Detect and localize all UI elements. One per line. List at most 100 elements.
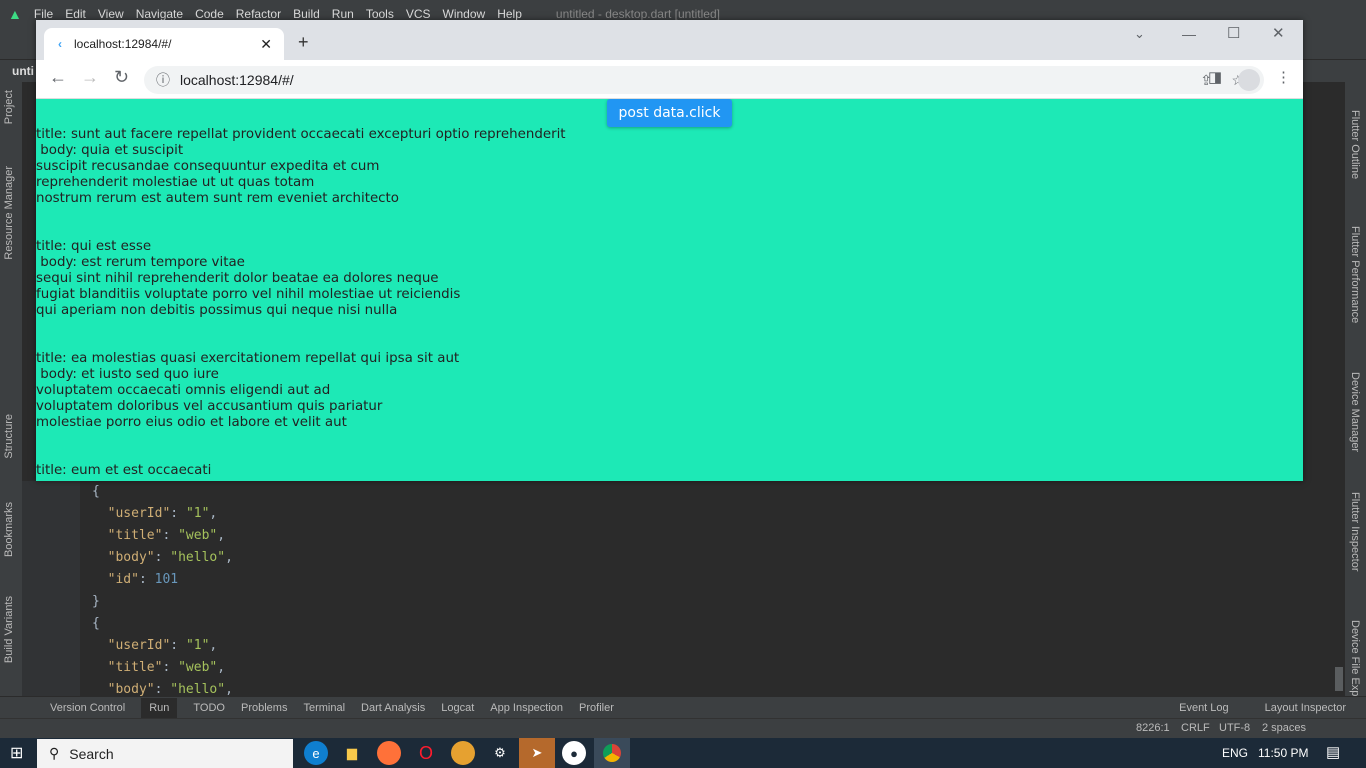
tool-structure[interactable]: Structure [3,414,15,459]
post-spacer [36,319,1303,351]
code-editor[interactable]: { "userId": "1", "title": "web", "body":… [80,481,1345,697]
tool-window-run[interactable]: Run [141,697,178,718]
profile-avatar[interactable] [1238,69,1260,91]
tool-window-dart-analysis[interactable]: Dart Analysis [361,702,425,714]
edge-icon[interactable]: e [304,741,328,765]
menu-file[interactable]: File [34,7,53,21]
post-spacer [36,479,1303,481]
tool-project[interactable]: Project [3,90,15,124]
indent[interactable]: 2 spaces [1262,722,1306,734]
editor-scrollbar[interactable] [1335,667,1343,691]
file-explorer-icon[interactable]: ▆ [340,741,364,765]
tool-window-todo[interactable]: TODO [193,702,225,714]
post-line: molestiae porro eius odio et labore et v… [36,415,347,430]
minimize-icon[interactable]: — [1182,26,1196,42]
back-icon[interactable]: ← [49,67,67,88]
chrome-canary-icon[interactable] [451,741,475,765]
tool-window-terminal[interactable]: Terminal [303,702,345,714]
post-item: title: sunt aut facere repellat providen… [36,127,1303,207]
tool-window-version-control[interactable]: Version Control [50,702,125,714]
code-token: "title" [107,660,163,675]
post-line: nostrum rerum est autem sunt rem eveniet… [36,191,399,206]
post-line: title: qui est esse [36,239,152,254]
code-token: , [225,682,233,697]
tool-flutter-performance[interactable]: Flutter Performance [1349,226,1361,323]
post-line: title: sunt aut facere repellat providen… [36,127,566,142]
left-tool-strip: Project Resource Manager Structure Bookmark… [0,82,22,696]
tool-window-logcat[interactable]: Logcat [441,702,474,714]
tool-window-problems[interactable]: Problems [241,702,287,714]
tab-title: localhost:12984/#/ [74,37,172,51]
project-label[interactable]: unti [12,64,34,78]
code-token: 101 [154,572,179,587]
code-token: , [217,660,226,675]
tab-search-icon[interactable]: ⌄ [1134,26,1145,42]
menu-build[interactable]: Build [293,7,320,21]
post-item: title: qui est esse body: est rerum temp… [36,239,1303,319]
tray-language[interactable]: ENG [1222,746,1248,760]
tool-window-profiler[interactable]: Profiler [579,702,614,714]
forward-icon[interactable]: → [81,67,99,88]
code-token: , [209,506,218,521]
tool-flutter-outline[interactable]: Flutter Outline [1349,110,1361,179]
encoding[interactable]: UTF-8 [1219,722,1250,734]
opera-icon[interactable]: O [414,741,438,765]
close-tab-icon[interactable]: ✕ [260,36,272,53]
tool-flutter-inspector[interactable]: Flutter Inspector [1349,492,1361,571]
tool-device-manager[interactable]: Device Manager [1349,372,1361,452]
menu-view[interactable]: View [98,7,124,21]
windows-start-icon[interactable]: ⊞ [10,743,23,763]
code-token: : [138,572,155,587]
tray-clock[interactable]: 11:50 PM [1258,746,1308,760]
firefox-icon[interactable] [377,741,401,765]
app-icon[interactable]: ● [562,741,586,765]
menu-refactor[interactable]: Refactor [236,7,281,21]
reload-icon[interactable]: ↻ [114,67,129,88]
code-token: "web" [178,660,218,675]
menu-help[interactable]: Help [497,7,522,21]
menu-vcs[interactable]: VCS [406,7,431,21]
tool-window-app-inspection[interactable]: App Inspection [490,702,563,714]
tool-bookmarks[interactable]: Bookmarks [3,502,15,557]
code-token: "hello" [170,550,226,565]
side-panel-icon[interactable]: ◨ [1208,68,1222,86]
telegram-icon[interactable]: ➤ [519,738,555,768]
address-bar[interactable]: ⓘ localhost:12984/#/ ⇪ ☆ [144,66,1264,94]
code-token: , [217,528,226,543]
tool-device-file-exp[interactable]: Device File Exp [1349,620,1361,696]
post-line: suscipit recusandae consequuntur expedit… [36,159,380,174]
menu-window[interactable]: Window [443,7,486,21]
code-line: } [92,594,100,609]
tool-window-layout-inspector[interactable]: Layout Inspector [1265,702,1346,714]
post-data-button[interactable]: post data.click [607,99,732,127]
post-line: fugiat blanditiis voluptate porro vel ni… [36,287,461,302]
line-ending[interactable]: CRLF [1181,722,1210,734]
caret-position[interactable]: 8226:1 [1136,722,1170,734]
settings-icon[interactable]: ⚙ [488,741,512,765]
new-tab-icon[interactable]: + [298,32,309,53]
code-line: "title": "web", [92,528,225,543]
tool-resource-manager[interactable]: Resource Manager [3,166,15,260]
tool-window-event-log[interactable]: Event Log [1179,702,1229,714]
close-window-icon[interactable]: ✕ [1272,24,1285,42]
menu-kebab-icon[interactable]: ⋮ [1276,68,1291,86]
tool-build-variants[interactable]: Build Variants [3,596,15,663]
notification-icon[interactable]: ▤ [1326,743,1340,761]
browser-tab[interactable]: ‹ localhost:12984/#/ ✕ [44,28,284,60]
menu-code[interactable]: Code [195,7,224,21]
post-spacer [36,207,1303,239]
chrome-icon[interactable] [594,738,630,768]
post-line: sequi sint nihil reprehenderit dolor bea… [36,271,439,286]
post-line: title: eum et est occaecati [36,463,212,478]
menu-navigate[interactable]: Navigate [136,7,183,21]
menu-tools[interactable]: Tools [366,7,394,21]
menu-run[interactable]: Run [332,7,354,21]
maximize-icon[interactable]: ☐ [1227,24,1240,42]
site-info-icon[interactable]: ⓘ [156,70,170,90]
taskbar-search[interactable]: ⚲ Search [37,739,293,768]
menu-edit[interactable]: Edit [65,7,86,21]
flutter-favicon-icon: ‹ [58,37,62,51]
